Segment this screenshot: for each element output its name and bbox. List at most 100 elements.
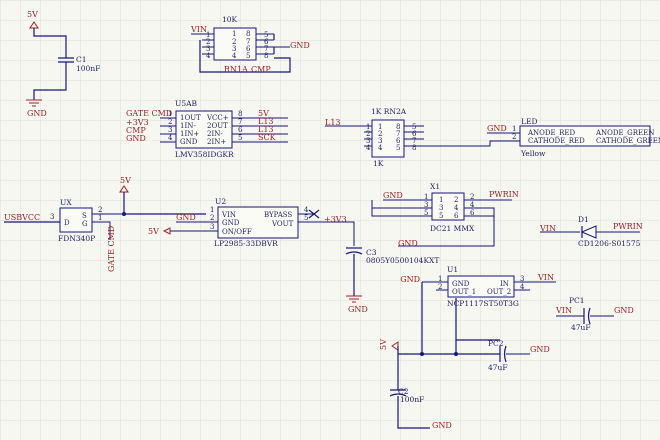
u5ab-2out: 2OUT bbox=[207, 122, 228, 130]
net-5v-label: 5V bbox=[27, 10, 38, 19]
rn2a-pin-5-in: 5 bbox=[396, 144, 400, 152]
u5ab-pin-7: 7 bbox=[238, 118, 242, 126]
net-usbvcc-label: USBVCC bbox=[4, 213, 40, 222]
led-ref: LED bbox=[521, 117, 537, 126]
net-gnd-label-u2: GND bbox=[176, 213, 196, 222]
rn2a-pin-4: 4 bbox=[366, 144, 371, 152]
x1-pin-4-in: 4 bbox=[454, 204, 459, 212]
u5ab-1in-plus: 1IN+ bbox=[180, 130, 199, 138]
pc1-ref: PC1 bbox=[569, 296, 585, 305]
d1-ref: D1 bbox=[578, 215, 589, 224]
u2-ref: U2 bbox=[215, 197, 226, 206]
u2-onoff: ON/OFF bbox=[222, 228, 252, 236]
net-gnd-label-u5: GND bbox=[126, 134, 146, 143]
led-anode-red: ANODE_RED bbox=[527, 129, 576, 137]
rn2a-pin-4-in: 4 bbox=[378, 144, 383, 152]
net-gnd-label-c2: GND bbox=[432, 421, 452, 430]
u5ab-2in-plus: 2IN+ bbox=[207, 138, 226, 146]
ux-pin-1: 1 bbox=[98, 214, 102, 222]
net-gnd-label-pc1: GND bbox=[614, 306, 634, 315]
net-vin-label-u1: VIN bbox=[537, 273, 554, 282]
net-vin-label: VIN bbox=[190, 25, 207, 34]
ux-d: D bbox=[64, 219, 70, 227]
rn1a-pin-4: 4 bbox=[206, 52, 211, 60]
x1-part: DC21 MMX bbox=[430, 224, 475, 233]
u2-gnd: GND bbox=[222, 219, 240, 227]
pc2-ref: PC2 bbox=[488, 339, 504, 348]
u2-pin-5: 5 bbox=[304, 214, 308, 222]
rn2a-ref: 1K RN2A bbox=[371, 107, 407, 116]
ux-g: G bbox=[82, 220, 88, 228]
rn2a-pin-8: 8 bbox=[412, 144, 416, 152]
led-cathode-green: CATHODE_GREEN bbox=[596, 137, 660, 145]
led-pin-2: 2 bbox=[512, 133, 516, 141]
schematic-sheet: 5V GND C1 100nF 10K VIN 1 2 3 4 1 2 3 4 … bbox=[0, 0, 660, 440]
u5ab-pin-1: 1 bbox=[168, 110, 172, 118]
u5ab-1out: 1OUT bbox=[180, 114, 201, 122]
rn1a-pin-1-in: 1 bbox=[232, 30, 236, 38]
net-gnd-label: GND bbox=[27, 109, 47, 118]
c3-value: 0805Y0500104KXT bbox=[366, 256, 439, 265]
net-5v-label-bus: 5V bbox=[379, 339, 388, 350]
x1-pin-6-in: 6 bbox=[454, 212, 459, 220]
x1-pin-1-in: 1 bbox=[439, 196, 443, 204]
u2-bypass: BYPASS bbox=[264, 211, 292, 219]
x1-pin-2-in: 2 bbox=[454, 196, 458, 204]
x1-pin-5: 5 bbox=[424, 209, 428, 217]
u2-vin: VIN bbox=[221, 211, 236, 219]
net-gnd-label-pc2: GND bbox=[530, 345, 550, 354]
net-gnd-label-c3: GND bbox=[348, 305, 368, 314]
rn1a-pin-4-in: 4 bbox=[232, 52, 237, 60]
u1-ref: U1 bbox=[447, 265, 458, 274]
u2-pin-3: 3 bbox=[210, 223, 214, 231]
d1-part: CD1206-S01575 bbox=[578, 239, 641, 248]
net-3v3-label-u2: +3V3 bbox=[324, 215, 347, 224]
u5ab-1in-minus: 1IN- bbox=[180, 122, 196, 130]
c1-value: 100nF bbox=[76, 64, 100, 73]
x1-pin-4: 4 bbox=[470, 201, 475, 209]
u1-pin-2: 2 bbox=[438, 283, 442, 291]
pc2-value: 47uF bbox=[488, 363, 508, 372]
net-pwrin-label-x1: PWRIN bbox=[489, 190, 519, 199]
ux-pin-3: 3 bbox=[50, 213, 54, 221]
u5ab-pin-4: 4 bbox=[168, 134, 173, 142]
net-gnd-label-led: GND bbox=[487, 124, 507, 133]
ux-s: S bbox=[82, 212, 87, 220]
net-gate-cmd-vertical: GATE CMD bbox=[107, 226, 116, 272]
u2-pin-1: 1 bbox=[210, 206, 214, 214]
u2-vout: VOUT bbox=[271, 220, 294, 228]
u1-gnd: GND bbox=[452, 280, 470, 288]
u5ab-vcc: VCC+ bbox=[206, 114, 229, 122]
u5ab-ref: U5AB bbox=[175, 99, 198, 108]
x1-ref: X1 bbox=[430, 182, 440, 191]
u5ab-pin-3: 3 bbox=[168, 126, 172, 134]
u5ab-pin-8: 8 bbox=[238, 110, 242, 118]
net-gnd-label-u1: GND bbox=[400, 275, 420, 284]
rn1a-pin-5-in: 5 bbox=[246, 52, 250, 60]
pc1-value: 47uF bbox=[571, 323, 591, 332]
led-anode-green: ANODE_GREEN bbox=[595, 129, 654, 137]
x1-pin-3: 3 bbox=[424, 201, 428, 209]
ux-part: FDN340P bbox=[58, 234, 95, 243]
net-5v-label-u2: 5V bbox=[148, 227, 159, 236]
u1-out1: OUT_1 bbox=[452, 288, 476, 296]
net-sck-label: SCK bbox=[258, 133, 277, 142]
net-5v-label-ux: 5V bbox=[120, 176, 131, 185]
led-part: Yellow bbox=[520, 149, 546, 158]
rn1a-value: 10K bbox=[222, 15, 238, 24]
c1-ref: C1 bbox=[76, 55, 87, 64]
x1-pin-3-in: 3 bbox=[439, 204, 443, 212]
x1-pin-1: 1 bbox=[424, 193, 428, 201]
net-pwrin-label-d1: PWRIN bbox=[613, 222, 643, 231]
led-pin-1: 1 bbox=[512, 125, 516, 133]
schematic-canvas: 5V GND C1 100nF 10K VIN 1 2 3 4 1 2 3 4 … bbox=[0, 0, 660, 440]
u1-pin-4: 4 bbox=[520, 283, 525, 291]
net-gate-cmd-label: GATE CMD bbox=[126, 109, 172, 118]
net-gnd-label-x1: GND bbox=[383, 191, 403, 200]
led-cathode-red: CATHODE_RED bbox=[528, 137, 585, 145]
c2-value: 100nF bbox=[400, 395, 424, 404]
rn1a-pin-8-in: 8 bbox=[246, 30, 250, 38]
x1-pin-5-in: 5 bbox=[439, 212, 443, 220]
x1-pin-6: 6 bbox=[470, 209, 475, 217]
x1-pin-2: 2 bbox=[470, 193, 474, 201]
